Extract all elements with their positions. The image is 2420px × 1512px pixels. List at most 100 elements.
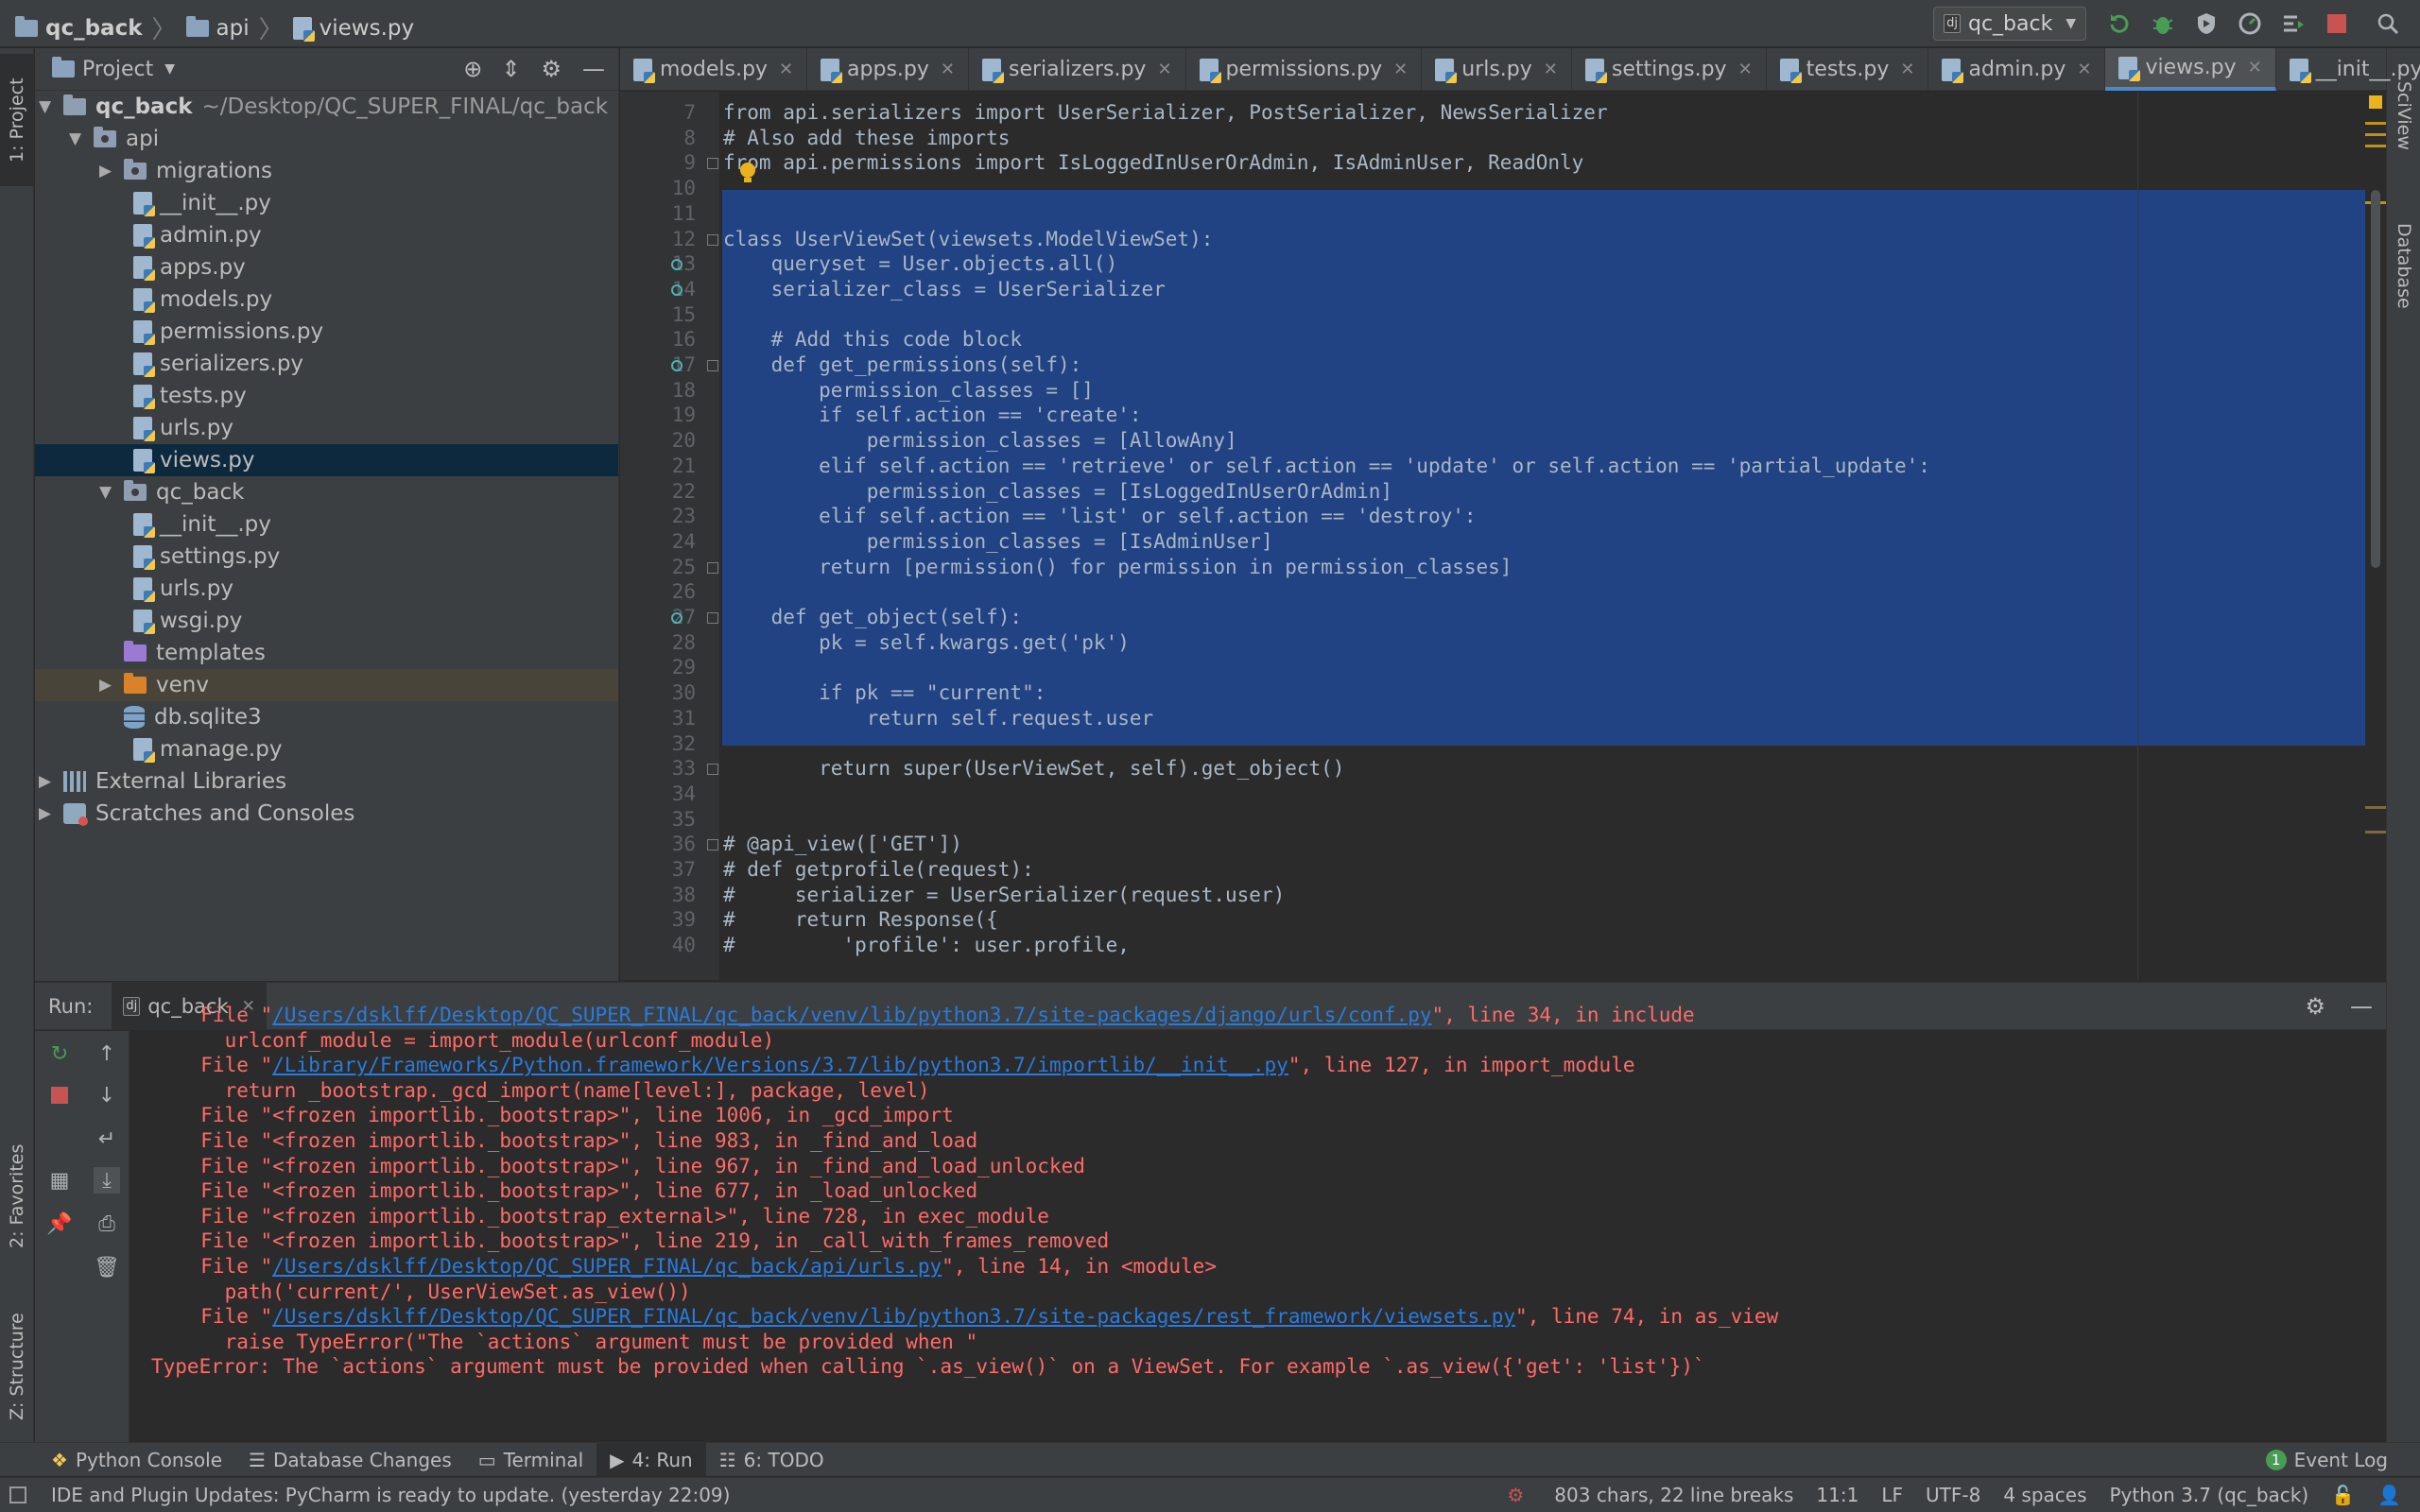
- line-number[interactable]: 26: [620, 580, 696, 603]
- analysis-warning-icon[interactable]: [2369, 95, 2382, 109]
- code-line[interactable]: serializer_class = UserSerializer: [723, 278, 1166, 301]
- tool-tab-project[interactable]: 1: Project: [0, 54, 34, 186]
- debug-button[interactable]: [2150, 10, 2176, 37]
- status-interpreter[interactable]: Python 3.7 (qc_back): [2099, 1484, 2321, 1506]
- line-number[interactable]: 31: [620, 707, 696, 730]
- code-editor[interactable]: 7 8 9 10 11 12 13 14 15 16 17 18 19 20 21 22 23 24 25 26 27 2…: [620, 92, 2386, 980]
- tree-row-file[interactable]: permissions.py: [35, 316, 618, 348]
- override-marker-icon[interactable]: [671, 612, 683, 624]
- code-line[interactable]: class UserViewSet(viewsets.ModelViewSet)…: [723, 228, 1213, 250]
- fold-marker-icon[interactable]: [707, 561, 718, 574]
- code-line[interactable]: elif self.action == 'list' or self.actio…: [723, 505, 1476, 527]
- line-number[interactable]: 9: [620, 151, 696, 174]
- tree-row-file[interactable]: __init__.py: [35, 508, 618, 541]
- line-number[interactable]: 12: [620, 228, 696, 250]
- console-file-link[interactable]: /Users/dsklff/Desktop/QC_SUPER_FINAL/qc_…: [272, 1255, 942, 1278]
- rerun-icon[interactable]: ↻: [46, 1040, 73, 1067]
- line-number[interactable]: 33: [620, 757, 696, 780]
- code-line[interactable]: return [permission() for permission in p…: [723, 556, 1512, 578]
- line-number[interactable]: 10: [620, 177, 696, 199]
- event-log-button[interactable]: 1 Event Log: [2253, 1443, 2401, 1477]
- toggle-tool-windows-icon[interactable]: [9, 1486, 26, 1503]
- tree-row-file-selected[interactable]: views.py: [35, 444, 618, 476]
- tool-button-todo[interactable]: ☷ 6: TODO: [706, 1443, 838, 1477]
- editor-scrollbar[interactable]: [2365, 92, 2386, 980]
- profile-button[interactable]: [2237, 10, 2263, 37]
- code-line[interactable]: if self.action == 'create':: [723, 404, 1141, 426]
- tab-urls[interactable]: urls.py ✕: [1422, 48, 1572, 91]
- line-number[interactable]: 39: [620, 908, 696, 931]
- fold-marker-icon[interactable]: [707, 839, 718, 851]
- line-number[interactable]: 17: [620, 353, 696, 376]
- override-marker-icon[interactable]: [671, 360, 683, 371]
- line-number[interactable]: 25: [620, 556, 696, 578]
- tree-row-external-libraries[interactable]: ▶ External Libraries: [35, 765, 618, 798]
- close-icon[interactable]: ✕: [1738, 60, 1753, 79]
- stop-button[interactable]: [2324, 10, 2350, 37]
- tab-permissions[interactable]: permissions.py ✕: [1186, 48, 1423, 91]
- line-number[interactable]: 38: [620, 884, 696, 906]
- code-line[interactable]: pk = self.kwargs.get('pk'): [723, 631, 1130, 654]
- code-line[interactable]: return super(UserViewSet, self).get_obje…: [723, 757, 1344, 780]
- code-line[interactable]: def get_object(self):: [723, 606, 1023, 628]
- code-line[interactable]: permission_classes = [AllowAny]: [723, 429, 1237, 452]
- line-number[interactable]: 22: [620, 480, 696, 503]
- console-file-link[interactable]: /Library/Frameworks/Python.framework/Ver…: [272, 1054, 1288, 1076]
- line-number[interactable]: 21: [620, 455, 696, 477]
- line-number[interactable]: 13: [620, 252, 696, 275]
- code-line[interactable]: def get_permissions(self):: [723, 353, 1082, 376]
- tab-views-active[interactable]: views.py ✕: [2105, 48, 2276, 91]
- close-icon[interactable]: ✕: [941, 60, 955, 79]
- line-number[interactable]: 23: [620, 505, 696, 527]
- tree-row-file[interactable]: wsgi.py: [35, 605, 618, 637]
- gear-icon[interactable]: ⚙: [2305, 993, 2325, 1020]
- tool-tab-database[interactable]: Database: [2387, 190, 2420, 341]
- line-number[interactable]: 40: [620, 934, 696, 956]
- line-number[interactable]: 28: [620, 631, 696, 654]
- project-title[interactable]: Project: [82, 58, 153, 81]
- close-icon[interactable]: ✕: [1544, 60, 1558, 79]
- rerun-button[interactable]: [2106, 10, 2133, 37]
- tree-row-file[interactable]: tests.py: [35, 380, 618, 412]
- console-file-link[interactable]: /Users/dsklff/Desktop/QC_SUPER_FINAL/qc_…: [272, 1004, 1431, 1026]
- concurrency-button[interactable]: [2280, 10, 2307, 37]
- scrollbar-thumb[interactable]: [2371, 190, 2380, 568]
- up-arrow-icon[interactable]: ↑: [94, 1040, 120, 1067]
- code-line[interactable]: # return Response({: [723, 908, 998, 931]
- tree-row-file[interactable]: urls.py: [35, 412, 618, 444]
- tree-row-file[interactable]: apps.py: [35, 251, 618, 284]
- breadcrumb-item-project[interactable]: qc_back: [45, 16, 143, 41]
- override-marker-icon[interactable]: [671, 284, 683, 296]
- tool-tab-favorites[interactable]: 2: Favorites: [0, 1116, 34, 1277]
- warning-stripe[interactable]: [2365, 122, 2386, 125]
- restore-layout-icon[interactable]: ▦: [46, 1167, 73, 1194]
- tree-row-migrations[interactable]: ▶ migrations: [35, 155, 618, 187]
- line-number[interactable]: 35: [620, 808, 696, 831]
- code-line[interactable]: elif self.action == 'retrieve' or self.a…: [723, 455, 1930, 477]
- code-line[interactable]: permission_classes = []: [723, 379, 1094, 402]
- tree-row-file[interactable]: admin.py: [35, 219, 618, 251]
- line-number[interactable]: 29: [620, 656, 696, 679]
- tree-row-file[interactable]: __init__.py: [35, 187, 618, 219]
- code-line[interactable]: from api.permissions import IsLoggedInUs…: [723, 151, 1583, 174]
- warning-stripe[interactable]: [2365, 133, 2386, 136]
- close-icon[interactable]: ✕: [1157, 60, 1171, 79]
- code-line[interactable]: # def getprofile(request):: [723, 858, 1034, 881]
- line-number[interactable]: 7: [620, 101, 696, 124]
- tree-row-file[interactable]: manage.py: [35, 733, 618, 765]
- line-number[interactable]: 16: [620, 328, 696, 351]
- line-number[interactable]: 8: [620, 127, 696, 149]
- soft-wrap-icon[interactable]: ↵: [94, 1125, 120, 1152]
- run-configuration-select[interactable]: dj qc_back ▼: [1933, 7, 2086, 41]
- breadcrumb-item-file[interactable]: views.py: [320, 16, 414, 41]
- code-line[interactable]: return self.request.user: [723, 707, 1153, 730]
- line-number[interactable]: 27: [620, 606, 696, 628]
- tree-row-file[interactable]: urls.py: [35, 573, 618, 605]
- run-with-coverage-button[interactable]: [2193, 10, 2220, 37]
- fold-marker-icon[interactable]: [707, 158, 718, 170]
- line-number[interactable]: 11: [620, 202, 696, 225]
- tab-apps[interactable]: apps.py ✕: [807, 48, 969, 91]
- code-line[interactable]: permission_classes = [IsAdminUser]: [723, 530, 1273, 553]
- code-line[interactable]: # 'profile': user.profile,: [723, 934, 1130, 956]
- fold-marker-icon[interactable]: [707, 360, 718, 371]
